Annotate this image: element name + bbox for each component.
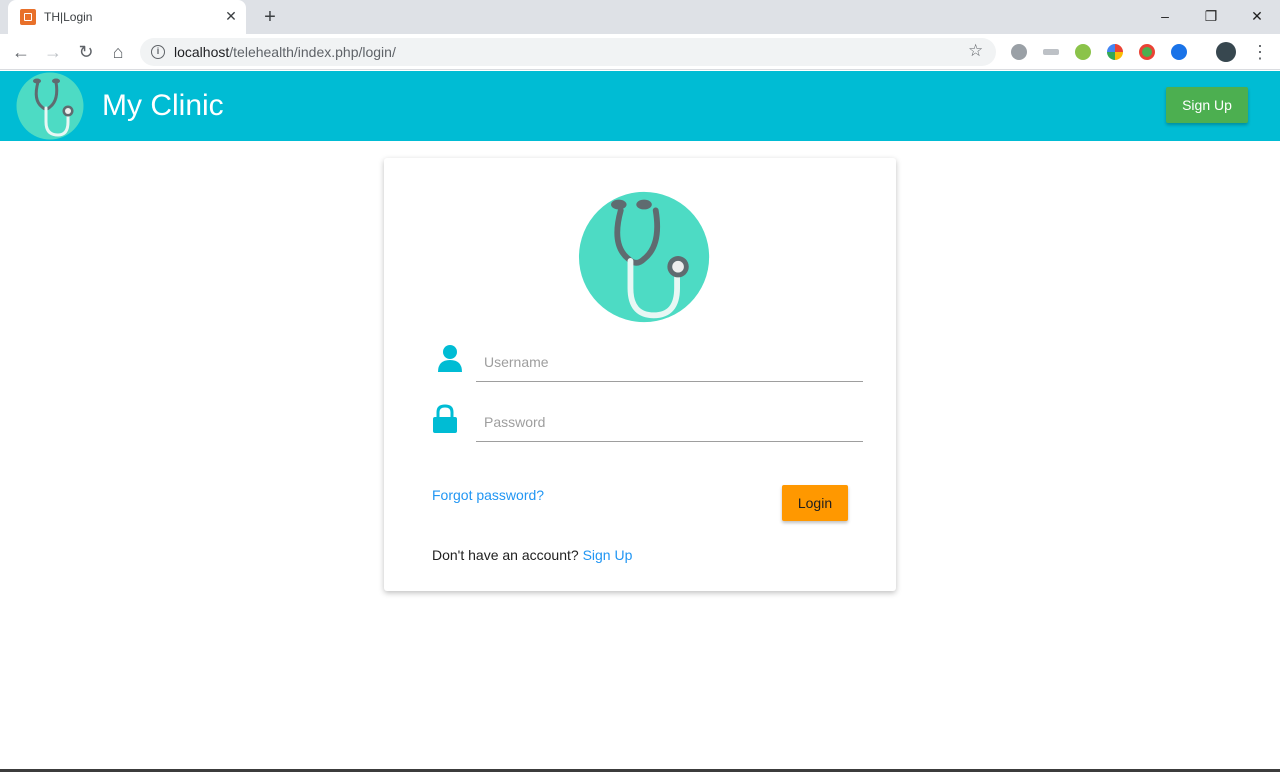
login-button[interactable]: Login xyxy=(782,485,848,521)
window-close-button[interactable]: ✕ xyxy=(1234,4,1280,28)
stethoscope-logo-icon xyxy=(578,191,710,323)
tab-close-icon[interactable]: ✕ xyxy=(222,7,240,25)
ext-scissors-icon[interactable] xyxy=(1043,49,1059,55)
back-button[interactable]: ← xyxy=(9,40,33,64)
url-host: localhost xyxy=(174,44,230,60)
header-signup-button[interactable]: Sign Up xyxy=(1166,87,1248,123)
browser-tab[interactable]: TH|Login ✕ xyxy=(8,0,246,34)
ext-colorful-icon[interactable] xyxy=(1107,44,1123,60)
forward-button[interactable]: → xyxy=(41,40,65,64)
signup-prompt: Don't have an account? Sign Up xyxy=(432,547,632,563)
xampp-favicon-icon xyxy=(20,9,36,25)
url-path: /telehealth/index.php/login/ xyxy=(229,44,396,60)
app-title: My Clinic xyxy=(102,89,224,122)
ext-shield-icon[interactable] xyxy=(1075,44,1091,60)
signup-link[interactable]: Sign Up xyxy=(583,547,633,563)
tab-title: TH|Login xyxy=(44,10,93,24)
new-tab-button[interactable]: + xyxy=(258,6,282,28)
ext-share-icon[interactable] xyxy=(1171,44,1187,60)
minimize-button[interactable]: – xyxy=(1142,4,1188,28)
no-account-text: Don't have an account? xyxy=(432,547,579,563)
browser-toolbar: ← → ↻ ⌂ i localhost/telehealth/index.php… xyxy=(0,34,1280,70)
profile-avatar[interactable] xyxy=(1216,42,1236,62)
bookmark-star-icon[interactable]: ☆ xyxy=(968,41,983,61)
ext-gear-icon[interactable] xyxy=(1011,44,1027,60)
username-input[interactable] xyxy=(476,342,863,382)
site-info-icon[interactable]: i xyxy=(151,45,165,59)
address-bar[interactable]: i localhost/telehealth/index.php/login/ … xyxy=(140,38,996,66)
stethoscope-logo-icon xyxy=(16,72,84,140)
browser-tab-bar: TH|Login ✕ + – ❐ ✕ xyxy=(0,0,1280,34)
reload-button[interactable]: ↻ xyxy=(74,40,98,64)
login-card: Forgot password? Login Don't have an acc… xyxy=(384,158,896,591)
forgot-password-link[interactable]: Forgot password? xyxy=(432,487,544,503)
url-text: localhost/telehealth/index.php/login/ xyxy=(174,44,396,60)
home-button[interactable]: ⌂ xyxy=(106,40,130,64)
app-header: My Clinic Sign Up xyxy=(0,71,1280,141)
restore-button[interactable]: ❐ xyxy=(1188,4,1234,28)
user-icon xyxy=(438,345,462,372)
password-input[interactable] xyxy=(476,402,863,442)
browser-menu-icon[interactable]: ⋮ xyxy=(1251,40,1269,64)
lock-icon xyxy=(433,404,457,433)
ext-grammarly-icon[interactable] xyxy=(1139,44,1155,60)
